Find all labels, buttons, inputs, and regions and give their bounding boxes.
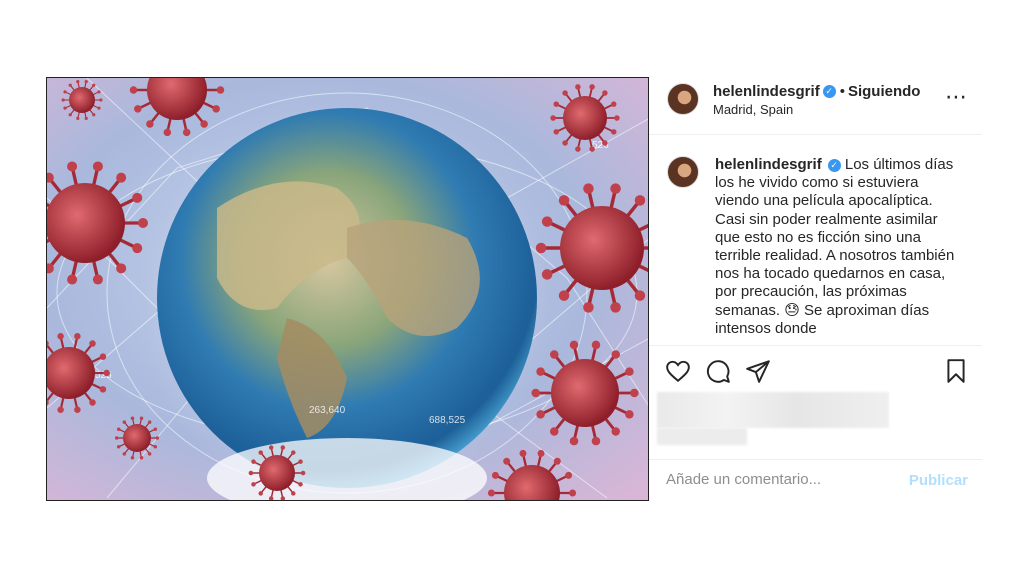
heart-icon[interactable] [665, 358, 691, 384]
username-link[interactable]: helenlindesgrif [713, 83, 820, 100]
share-icon[interactable] [745, 358, 771, 384]
caption-avatar[interactable] [667, 156, 699, 188]
more-options-icon[interactable]: ⋯ [945, 86, 968, 108]
avatar[interactable] [667, 83, 699, 115]
timestamp-blurred [657, 428, 747, 445]
likes-count-blurred [657, 392, 889, 428]
comments-area: helenlindesgrif ✓ Los últimos días los he… [649, 135, 982, 345]
action-bar [649, 345, 982, 391]
photo-number-4: 688,525 [429, 415, 466, 426]
verified-badge-icon: ✓ [822, 85, 836, 99]
header-name-line: helenlindesgrif ✓ • Siguiendo [713, 83, 920, 101]
post-sidebar: helenlindesgrif ✓ • Siguiendo Madrid, Spain… [649, 77, 982, 501]
post-header: helenlindesgrif ✓ • Siguiendo Madrid, Spain… [649, 77, 982, 135]
bookmark-icon[interactable] [943, 358, 969, 384]
caption-text: helenlindesgrif ✓ Los últimos días los he… [715, 156, 960, 338]
verified-badge-icon: ✓ [827, 158, 841, 172]
location-link[interactable]: Madrid, Spain [713, 102, 793, 117]
post-photo[interactable]: 526 526 263,640 688,525 [46, 77, 649, 501]
separator-dot: • [839, 83, 845, 100]
caption-body: Los últimos días los he vivido como si e… [715, 156, 955, 337]
photo-number-3: 263,640 [309, 405, 346, 416]
comment-bar: Publicar [649, 459, 982, 501]
caption-username[interactable]: helenlindesgrif [715, 156, 822, 173]
comment-icon[interactable] [705, 358, 731, 384]
comment-input[interactable] [666, 471, 886, 488]
following-button[interactable]: Siguiendo [848, 83, 921, 100]
globe-virus-illustration: 526 526 263,640 688,525 [47, 78, 648, 500]
instagram-post: 526 526 263,640 688,525 helenlindesgrif ✓… [46, 77, 982, 501]
publish-button[interactable]: Publicar [909, 472, 968, 489]
